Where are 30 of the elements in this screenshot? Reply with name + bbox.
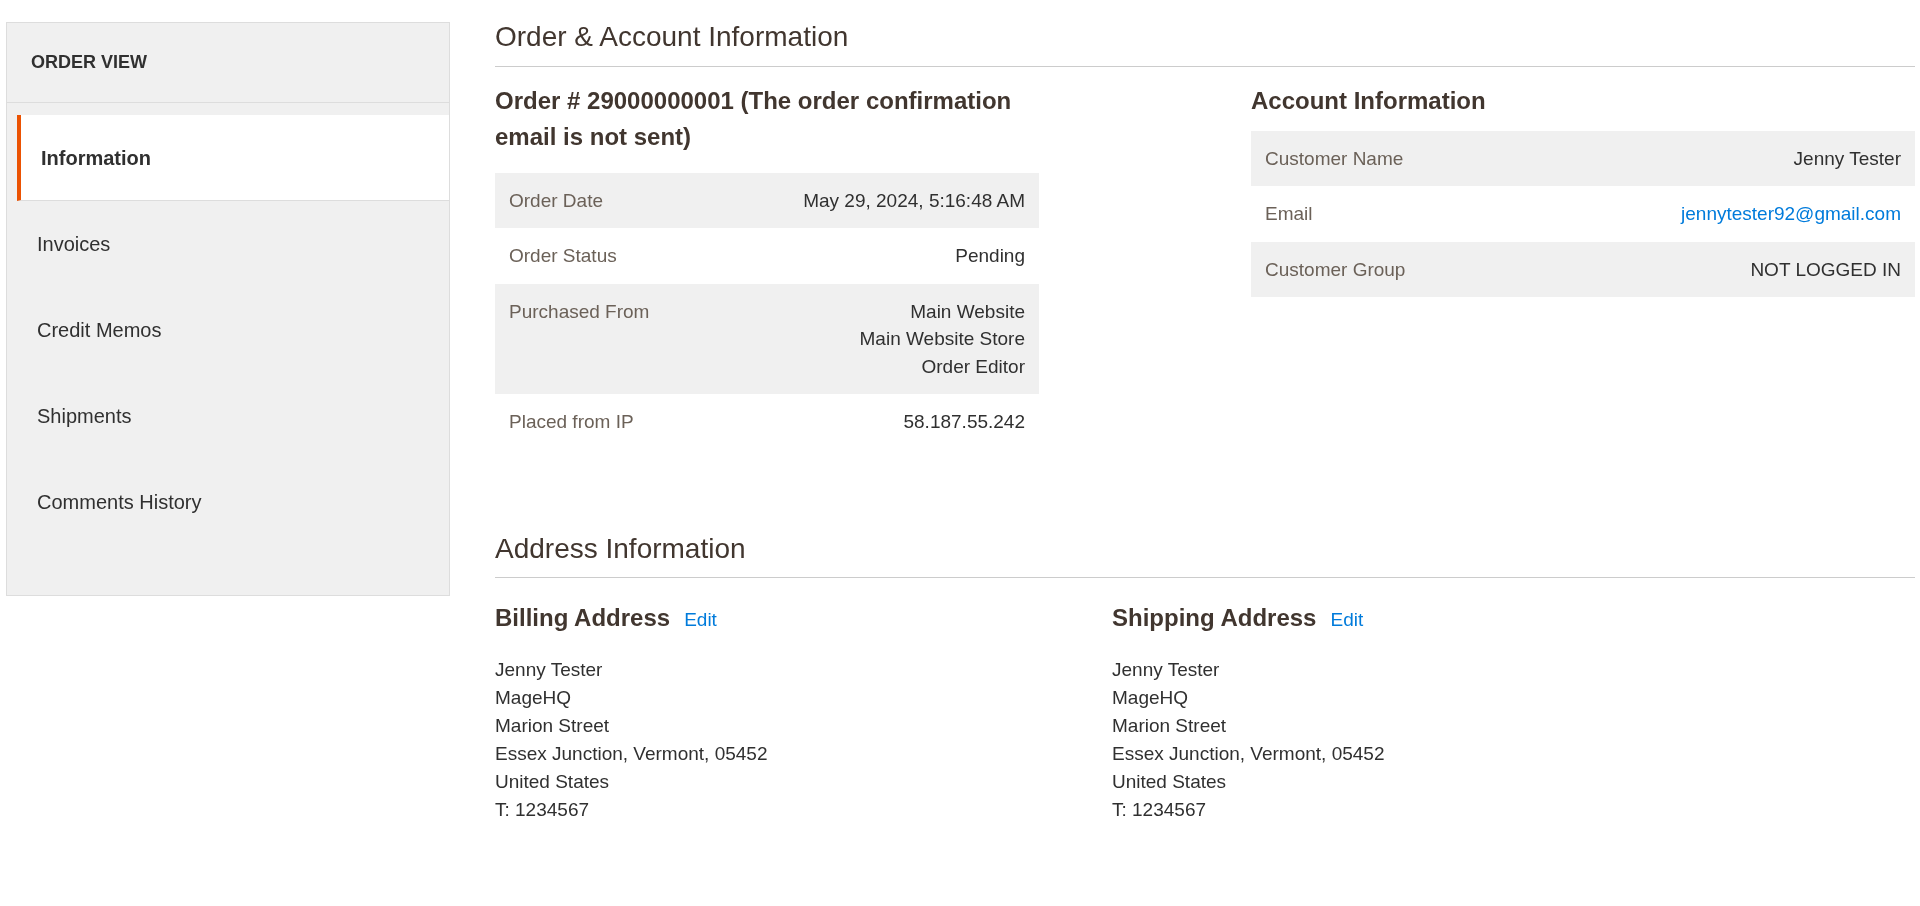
order-heading: Order # 29000000001 (The order confirmation email is not sent): [495, 85, 1013, 152]
row-value: 58.187.55.242: [714, 394, 1039, 450]
address-text: Jenny Tester MageHQ Marion Street Essex Junction, Vermont, 05452 United States T: 1234567: [1112, 658, 1386, 823]
row-value: Main Website Main Website Store Order Editor: [714, 283, 1039, 395]
row-label: Customer Name: [1251, 130, 1520, 187]
row-label: Order Status: [495, 228, 715, 284]
row-label: Purchased From: [495, 283, 715, 395]
section-title: Order & Account Information: [495, 0, 1915, 67]
sidebar-tab[interactable]: Invoices: [7, 201, 449, 287]
address-text: Jenny Tester MageHQ Marion Street Essex Junction, Vermont, 05452 United States T: 1234567: [495, 658, 769, 823]
sidebar-tab[interactable]: Credit Memos: [7, 287, 449, 373]
row-value: Pending: [714, 228, 1039, 284]
sidebar-tab[interactable]: Comments History: [7, 459, 449, 545]
row-value: NOT LOGGED IN: [1519, 241, 1915, 298]
sidebar-title: ORDER VIEW: [7, 23, 449, 103]
email-link[interactable]: jennytester92@gmail.com: [1681, 203, 1901, 225]
row-value: May 29, 2024, 5:16:48 AM: [714, 172, 1039, 229]
account-heading: Account Information: [1251, 85, 1487, 116]
sidebar-tab[interactable]: Information: [17, 115, 449, 201]
edit-link[interactable]: Edit: [1330, 606, 1364, 635]
row-value: Jenny Tester: [1519, 130, 1915, 187]
row-label: Email: [1251, 186, 1520, 242]
edit-link[interactable]: Edit: [684, 606, 717, 635]
row-label: Placed from IP: [495, 394, 715, 450]
address-heading: Shipping Address: [1112, 603, 1317, 634]
row-label: Customer Group: [1251, 241, 1520, 298]
section-title: Address Information: [495, 511, 1915, 579]
sidebar-tab[interactable]: Shipments: [7, 373, 449, 459]
address-heading: Billing Address: [495, 603, 671, 634]
row-label: Order Date: [495, 172, 715, 229]
